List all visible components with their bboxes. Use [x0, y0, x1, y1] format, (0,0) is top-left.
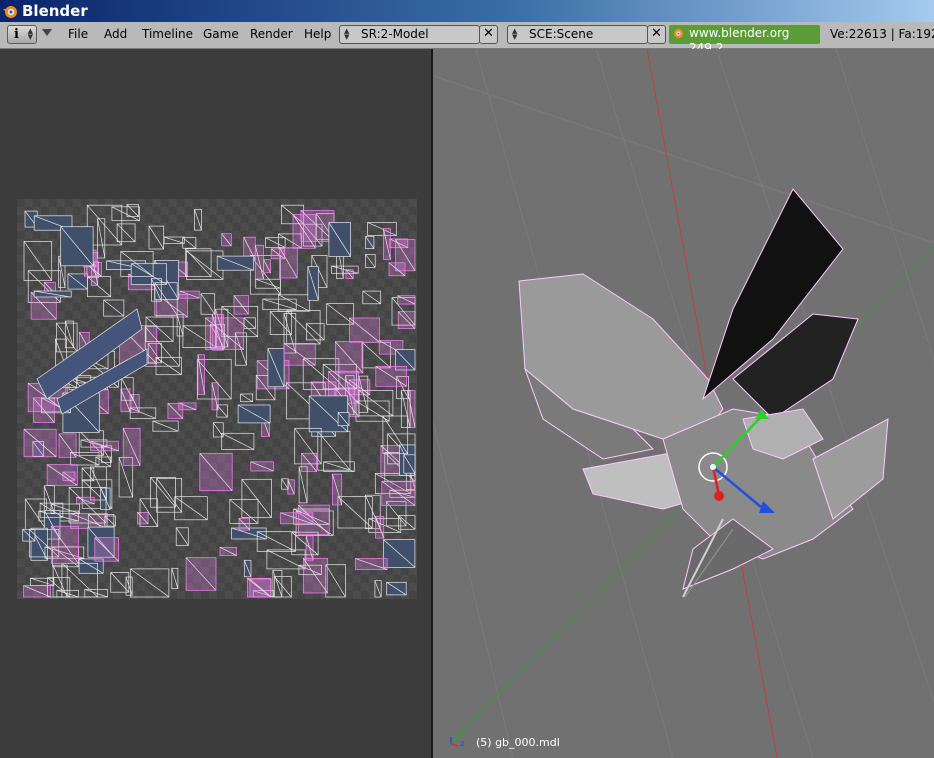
blender-eye-icon [673, 28, 684, 39]
menu-file[interactable]: File [68, 27, 88, 46]
3d-viewport[interactable]: z (5) gb_000.mdl [433, 49, 934, 758]
title-bar: Blender [0, 0, 934, 22]
menu-add[interactable]: Add [104, 27, 127, 46]
blender-logo-icon [3, 6, 17, 18]
scene-browse-field[interactable]: ▲ ▼ SCE:Scene [507, 25, 648, 44]
screen-browse-field[interactable]: ▲ ▼ SR:2-Model [339, 25, 480, 44]
window-title: Blender [22, 2, 88, 20]
window-type-button[interactable]: i ▲ ▼ [7, 25, 37, 44]
close-x-icon[interactable]: ✕ [479, 25, 498, 44]
axis-gizmo-icon: z [450, 732, 464, 747]
scene-name[interactable]: SCE:Scene [529, 27, 593, 42]
website-link[interactable]: www.blender.org 249.2 [669, 25, 820, 55]
updown-arrows-icon: ▲ ▼ [512, 27, 518, 41]
info-header: i ▲ ▼ File Add Timeline Game Render Help … [0, 22, 934, 55]
updown-arrows-icon: ▲ ▼ [27, 27, 33, 41]
active-object-label: (5) gb_000.mdl [476, 736, 560, 749]
uv-layout-image[interactable] [17, 199, 417, 599]
info-window-type-icon: i [14, 27, 19, 42]
scene-stats: Ve:22613 | Fa:192 [830, 27, 934, 41]
menu-help[interactable]: Help [304, 27, 331, 46]
menu-render[interactable]: Render [250, 27, 293, 46]
menu-timeline[interactable]: Timeline [142, 27, 193, 46]
menu-game[interactable]: Game [203, 27, 239, 46]
collapse-menus-toggle[interactable] [42, 29, 52, 36]
svg-text:z: z [460, 739, 464, 747]
uv-image-editor[interactable] [0, 49, 431, 758]
screen-name[interactable]: SR:2-Model [361, 27, 429, 42]
close-x-icon[interactable]: ✕ [647, 25, 666, 44]
updown-arrows-icon: ▲ ▼ [344, 27, 350, 41]
spaceship-model [518, 188, 889, 598]
